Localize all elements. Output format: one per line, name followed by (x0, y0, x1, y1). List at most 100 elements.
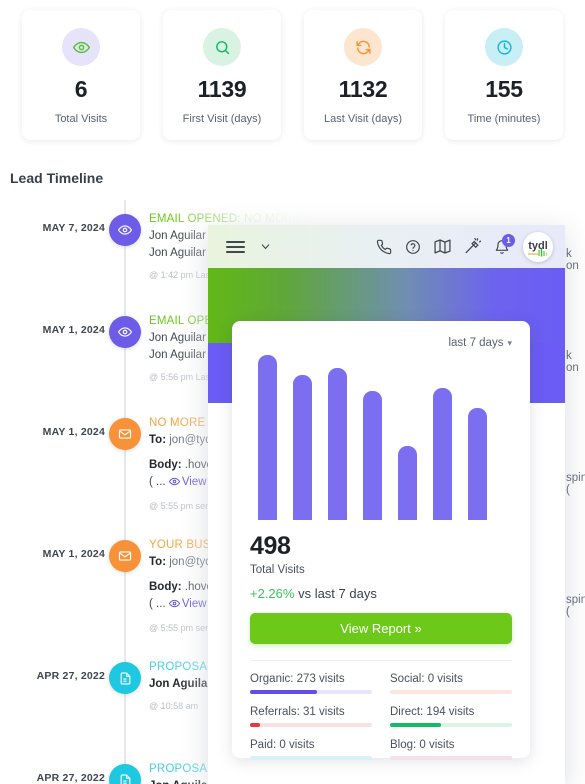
delta-row: +2.26% vs last 7 days (250, 586, 512, 601)
page-title: Lead Timeline (10, 170, 104, 186)
visits-bar-chart (250, 355, 512, 520)
document-icon (109, 662, 141, 694)
traffic-source-item: Blog: 0 visits (390, 739, 512, 760)
stat-label: Last Visit (days) (323, 113, 403, 125)
traffic-source-item: Organic: 273 visits (250, 673, 372, 694)
total-visits-label: Total Visits (250, 564, 305, 576)
stat-card-total-visits: 6 Total Visits (22, 10, 140, 140)
to-label: To: (149, 556, 167, 568)
traffic-source-track (390, 690, 512, 694)
chart-bar (293, 374, 312, 520)
chart-bar (468, 407, 487, 520)
stat-value: 6 (74, 76, 88, 102)
traffic-source-item: Referrals: 31 visits (250, 706, 372, 727)
chart-bar (258, 355, 277, 520)
timeline-person: Jon Aguilar (149, 678, 212, 690)
clipped-text: k on (566, 248, 579, 272)
waveform-icon (528, 248, 548, 256)
bell-icon[interactable]: 1 (494, 233, 515, 255)
body-label: Body: (149, 459, 182, 471)
help-circle-icon[interactable] (405, 239, 421, 255)
traffic-source-fill (250, 723, 260, 727)
divider (250, 660, 512, 661)
stat-value: 155 (485, 76, 523, 102)
chevron-down-icon: ▾ (507, 338, 512, 348)
brand-avatar[interactable]: tydl (523, 231, 553, 262)
timeline-date: MAY 7, 2024 (42, 222, 105, 234)
mail-icon (109, 418, 141, 450)
traffic-source-fill (390, 723, 442, 727)
chart-bar (398, 445, 417, 520)
clock-icon (485, 28, 523, 66)
to-label: To: (149, 434, 167, 446)
hamburger-icon[interactable] (226, 240, 245, 253)
chart-bar (328, 368, 347, 520)
timeline-axis (124, 200, 126, 784)
date-range-selector[interactable]: last 7 days ▾ (250, 337, 512, 349)
eye-icon (62, 28, 100, 66)
chevron-down-icon[interactable] (259, 240, 272, 253)
traffic-source-label: Blog: 0 visits (390, 739, 455, 751)
widget-body: last 7 days ▾ 498 Total Visits +2.26% vs … (208, 321, 565, 784)
view-report-button[interactable]: View Report » (250, 613, 512, 644)
eye-icon (109, 214, 141, 246)
timeline-date: APR 27, 2022 (36, 670, 105, 682)
stat-card-time: 155 Time (minutes) (445, 10, 563, 140)
clipped-text: k on (566, 350, 579, 374)
clipped-text: spin ( (566, 594, 585, 618)
body-label: Body: (149, 581, 182, 593)
timeline-date: MAY 1, 2024 (42, 548, 105, 560)
date-range-label: last 7 days (448, 337, 504, 349)
total-visits-value: 498 (250, 532, 291, 560)
timeline-person: Jon Aguilar (149, 780, 212, 784)
timeline-date: MAY 1, 2024 (42, 324, 105, 336)
mail-icon (109, 540, 141, 572)
visits-panel: last 7 days ▾ 498 Total Visits +2.26% vs … (232, 321, 530, 760)
body-ellipsis: ( ... (149, 476, 166, 488)
chart-bar (363, 391, 382, 520)
stat-value: 1139 (197, 76, 247, 102)
traffic-source-item: Social: 0 visits (390, 673, 512, 694)
phone-icon[interactable] (376, 239, 392, 255)
refresh-icon (344, 28, 382, 66)
stat-value: 1132 (338, 76, 388, 102)
timeline-date: APR 27, 2022 (36, 772, 105, 784)
traffic-source-fill (250, 690, 318, 694)
traffic-source-track (250, 756, 372, 760)
chart-bar (433, 388, 452, 520)
delta-value: +2.26% (250, 586, 295, 601)
timeline-subject: EMAIL OPENED: NO MORE MONTHLY COSTS FOR … (149, 213, 463, 225)
magic-wand-icon[interactable] (464, 238, 481, 255)
stat-card-first-visit: 1139 First Visit (days) (163, 10, 281, 140)
traffic-source-label: Social: 0 visits (390, 673, 463, 685)
traffic-sources-grid: Organic: 273 visits Social: 0 visits Ref… (250, 673, 512, 760)
stat-label: First Visit (days) (182, 113, 262, 125)
traffic-source-label: Paid: 0 visits (250, 739, 315, 751)
traffic-source-track (390, 723, 512, 727)
traffic-source-label: Direct: 194 visits (390, 706, 475, 718)
widget-header: 1 tydl (208, 225, 565, 268)
body-ellipsis: ( ... (149, 598, 166, 610)
stats-row: 6 Total Visits 1139 First Visit (days) 1… (0, 10, 585, 140)
stat-card-last-visit: 1132 Last Visit (days) (304, 10, 422, 140)
traffic-source-item: Paid: 0 visits (250, 739, 372, 760)
map-icon[interactable] (434, 238, 451, 255)
traffic-source-track (390, 756, 512, 760)
search-icon (203, 28, 241, 66)
timeline-date: MAY 1, 2024 (42, 426, 105, 438)
traffic-source-item: Direct: 194 visits (390, 706, 512, 727)
delta-suffix: vs last 7 days (298, 586, 377, 601)
eye-icon (168, 476, 180, 493)
eye-icon (109, 316, 141, 348)
analytics-widget: 1 tydl last 7 days ▾ 498 Total Visits +2… (208, 225, 565, 784)
widget-header-left (226, 240, 272, 253)
document-icon (109, 764, 141, 784)
traffic-source-track (250, 690, 372, 694)
traffic-source-track (250, 723, 372, 727)
screen: 6 Total Visits 1139 First Visit (days) 1… (0, 0, 585, 784)
notification-badge: 1 (502, 233, 515, 247)
widget-header-actions: 1 tydl (376, 231, 553, 262)
traffic-source-label: Organic: 273 visits (250, 673, 345, 685)
traffic-source-label: Referrals: 31 visits (250, 706, 345, 718)
eye-icon (168, 598, 180, 615)
